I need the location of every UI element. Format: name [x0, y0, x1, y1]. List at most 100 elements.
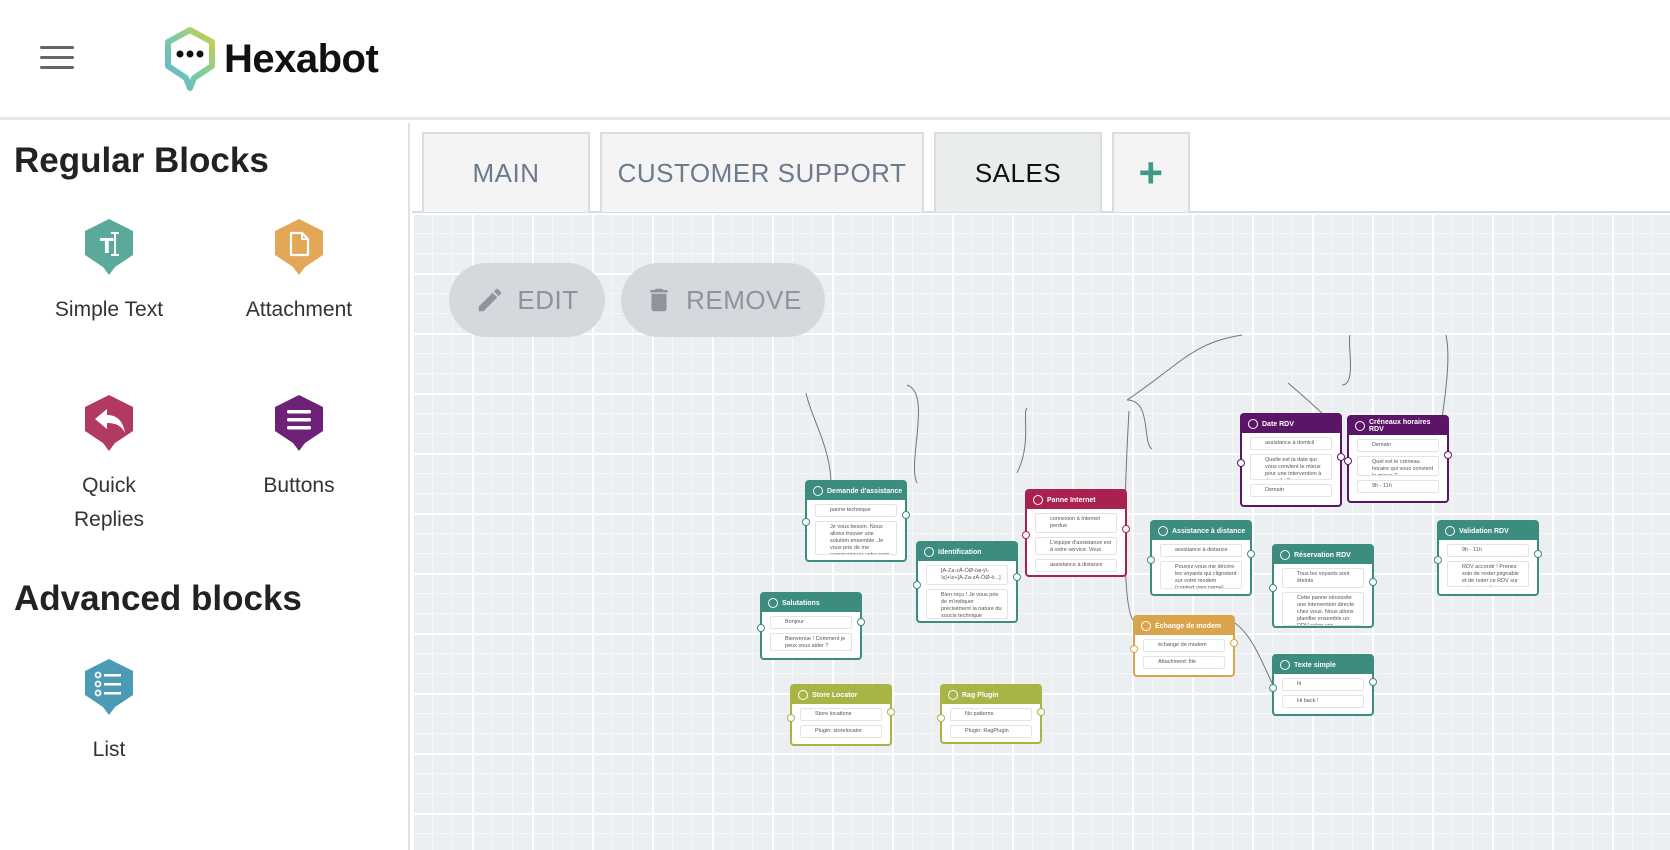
flow-node-reservation[interactable]: Réservation RDV Tous les voyants sont ét… — [1269, 544, 1377, 628]
node-title: Assistance à distance — [1152, 522, 1250, 540]
input-port[interactable] — [1130, 645, 1138, 653]
node-message: Pouvez-vous me décrire les voyants qui c… — [1160, 561, 1242, 589]
flow-node-panne[interactable]: Panne Internet connexion à Internet perd… — [1022, 489, 1130, 577]
node-title: Échange de modem — [1135, 617, 1233, 635]
list-block[interactable]: List — [14, 655, 204, 767]
add-tab-button[interactable]: + — [1112, 132, 1190, 212]
flow-node-echange[interactable]: Échange de modem échange de modem Attach… — [1130, 615, 1238, 677]
node-attachment: Attachment: file — [1143, 656, 1225, 669]
node-title: Rag Plugin — [942, 686, 1040, 704]
tab-sales[interactable]: SALES — [934, 132, 1102, 212]
output-port[interactable] — [1534, 550, 1542, 558]
node-buttons: 9h - 11h — [1357, 480, 1439, 493]
node-title: Panne Internet — [1027, 491, 1125, 509]
output-port[interactable] — [857, 618, 865, 626]
buttons-block[interactable]: Buttons — [204, 391, 394, 503]
block-palette-sidebar: Regular Blocks T Simple Text Attachment … — [0, 123, 410, 850]
node-title: Texte simple — [1274, 656, 1372, 674]
node-message: L'équipe d'assistance est à votre servic… — [1035, 537, 1117, 555]
flow-node-rag-plugin[interactable]: Rag Plugin No patterns Plugin: RagPlugin — [937, 684, 1045, 744]
output-port[interactable] — [1247, 550, 1255, 558]
node-patterns: 9h - 11h — [1447, 544, 1529, 557]
category-tabs: MAIN CUSTOMER SUPPORT SALES + — [412, 123, 1670, 213]
quick-replies-block[interactable]: Quick Replies — [14, 391, 204, 537]
input-port[interactable] — [1237, 459, 1245, 467]
output-port[interactable] — [887, 708, 895, 716]
output-port[interactable] — [902, 511, 910, 519]
flow-node-creneaux[interactable]: Créneaux horaires RDV Demain Quel est le… — [1344, 415, 1452, 503]
node-buttons: assistance à distance — [1035, 559, 1117, 572]
block-label: List — [92, 738, 126, 761]
text-icon: T — [85, 219, 133, 275]
node-title: Salutations — [762, 594, 860, 612]
tab-customer-support[interactable]: CUSTOMER SUPPORT — [600, 132, 924, 212]
brand-logo[interactable]: Hexabot — [160, 24, 379, 94]
flow-node-store-locator[interactable]: Store Locator Store locations Plugin: st… — [787, 684, 895, 746]
diagram-canvas[interactable]: EDIT REMOVE Demande d'assistance panne t… — [412, 213, 1670, 850]
block-label: Attachment — [245, 298, 353, 321]
list-icon — [85, 659, 133, 715]
node-message: Hi back ! — [1282, 695, 1364, 708]
node-message: Bienvenue ! Comment je peux vous aider ? — [770, 633, 852, 651]
node-patterns: assistance à domicil — [1250, 437, 1332, 450]
node-plugin: Plugin: RagPlugin — [950, 725, 1032, 738]
node-message: Je vous besoin. Nous allons trouver une … — [815, 521, 897, 555]
flow-node-demande[interactable]: Demande d'assistance panne technique Je … — [802, 480, 910, 562]
input-port[interactable] — [1344, 457, 1352, 465]
input-port[interactable] — [1434, 556, 1442, 564]
flow-node-validation[interactable]: Validation RDV 9h - 11h RDV accordé ! Pr… — [1434, 520, 1542, 596]
node-title: Réservation RDV — [1274, 546, 1372, 564]
node-message: Bien reçu ! Je vous prie de m'indiquer p… — [926, 589, 1008, 619]
flow-node-date-rdv[interactable]: Date RDV assistance à domicil Quelle est… — [1237, 413, 1345, 507]
node-message: Quel est le créneau horaire qui vous con… — [1357, 456, 1439, 476]
block-label: Buttons — [263, 474, 335, 497]
input-port[interactable] — [757, 624, 765, 632]
node-patterns: Tous les voyants sont éteints — [1282, 568, 1364, 588]
flow-node-salutations[interactable]: Salutations Bonjour Bienvenue ! Comment … — [757, 592, 865, 660]
output-port[interactable] — [1122, 525, 1130, 533]
flow-editor: MAIN CUSTOMER SUPPORT SALES + EDIT REMOV… — [412, 123, 1670, 850]
input-port[interactable] — [802, 518, 810, 526]
input-port[interactable] — [787, 714, 795, 722]
block-label: Simple Text — [54, 298, 164, 321]
input-port[interactable] — [1147, 556, 1155, 564]
output-port[interactable] — [1230, 639, 1238, 647]
flow-node-identification[interactable]: Identification [A-Za-zÀ-ÖØ-öø-ÿ\-\s]+\s+… — [913, 541, 1021, 623]
output-port[interactable] — [1013, 573, 1021, 581]
input-port[interactable] — [1269, 684, 1277, 692]
output-port[interactable] — [1037, 708, 1045, 716]
node-title: Store Locator — [792, 686, 890, 704]
tab-main[interactable]: MAIN — [422, 132, 590, 212]
app-header: Hexabot — [0, 0, 1670, 120]
input-port[interactable] — [1269, 584, 1277, 592]
node-patterns: No patterns — [950, 708, 1032, 721]
node-title: Créneaux horaires RDV — [1349, 417, 1447, 435]
node-message: Cette panne nécessite une intervention d… — [1282, 592, 1364, 626]
input-port[interactable] — [913, 581, 921, 589]
output-port[interactable] — [1369, 678, 1377, 686]
node-patterns: connexion à Internet perdue — [1035, 513, 1117, 533]
flow-node-texte-simple[interactable]: Texte simple hi Hi back ! — [1269, 654, 1377, 716]
hexabot-logo-icon — [165, 27, 215, 91]
node-message: Quelle est la date qui vous convient le … — [1250, 454, 1332, 480]
attachment-icon — [275, 219, 323, 275]
input-port[interactable] — [937, 714, 945, 722]
block-label: Quick Replies — [73, 474, 145, 531]
advanced-blocks-title: Advanced blocks — [14, 579, 302, 618]
reply-icon — [85, 395, 133, 451]
simple-text-block[interactable]: T Simple Text — [14, 215, 204, 327]
node-patterns: hi — [1282, 678, 1364, 691]
output-port[interactable] — [1444, 451, 1452, 459]
node-message: RDV accordé ! Prenez soin de rester joig… — [1447, 561, 1529, 587]
node-patterns: Bonjour — [770, 616, 852, 629]
brand-name: Hexabot — [224, 36, 379, 81]
node-buttons: Demain — [1250, 484, 1332, 497]
flow-node-assistance[interactable]: Assistance à distance assistance à dista… — [1147, 520, 1255, 596]
node-title: Demande d'assistance — [807, 482, 905, 500]
node-plugin: Plugin: storelocator — [800, 725, 882, 738]
attachment-block[interactable]: Attachment — [204, 215, 394, 327]
node-patterns: échange de modem — [1143, 639, 1225, 652]
input-port[interactable] — [1022, 531, 1030, 539]
hamburger-menu-button[interactable] — [40, 44, 76, 72]
output-port[interactable] — [1369, 578, 1377, 586]
